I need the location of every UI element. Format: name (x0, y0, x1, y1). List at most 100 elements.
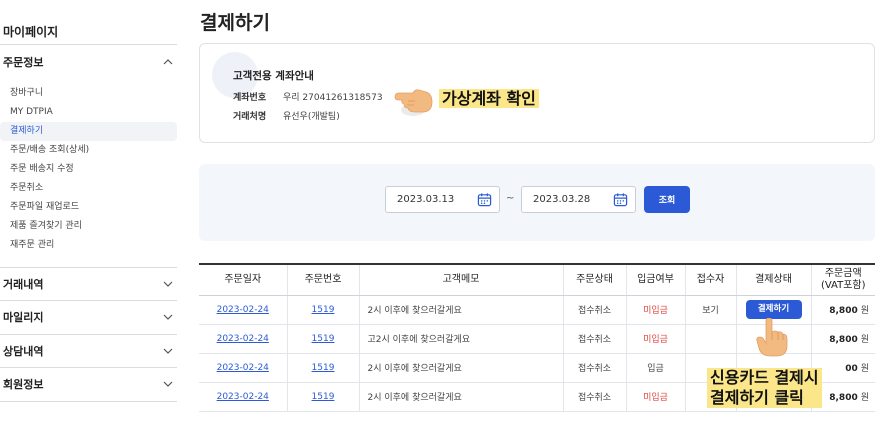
section-label: 주문정보 (3, 56, 44, 69)
sidebar-section-order-info[interactable]: 주문정보 (0, 52, 177, 72)
status-cell: 접수취소 (562, 382, 626, 412)
chevron-up-icon (163, 59, 173, 65)
deposit-cell: 미입금 (625, 295, 685, 325)
sidebar-item-favorites[interactable]: 제품 즐겨찾기 관리 (0, 217, 177, 236)
sidebar-items: 장바구니 MY DTPIA 결제하기 주문/배송 조회(상세) 주문 배송지 수… (0, 84, 177, 255)
col-header-order-number: 주문번호 (286, 263, 359, 296)
order-date-link[interactable]: 2023-02-24 (217, 392, 269, 402)
order-date-cell: 2023-02-24 (199, 295, 287, 325)
divider (0, 367, 177, 368)
sidebar-item-reorder[interactable]: 재주문 관리 (0, 236, 177, 255)
chevron-down-icon (163, 348, 173, 354)
section-label: 마일리지 (3, 311, 44, 324)
deposit-cell: 미입금 (625, 324, 685, 354)
start-date-value: 2023.03.13 (397, 194, 455, 205)
order-date-link[interactable]: 2023-02-24 (217, 305, 269, 315)
sidebar-section-member-info[interactable]: 회원정보 (0, 374, 177, 394)
account-title: 고객전용 계좌안내 (233, 70, 314, 82)
currency-unit: 원 (860, 393, 869, 403)
amount-value: 8,800 (829, 335, 858, 345)
col-header-amount: 주문금액 (VAT포함) (810, 263, 875, 296)
divider (0, 300, 177, 301)
memo-cell: 2시 이후에 찾으러갈게요 (358, 295, 563, 325)
chevron-down-icon (163, 314, 173, 320)
col-header-payment-status: 결제상태 (735, 263, 811, 296)
chevron-down-icon (163, 281, 173, 287)
divider (0, 267, 177, 268)
currency-unit: 원 (860, 306, 869, 316)
sidebar-item-my-dtpia[interactable]: MY DTPIA (0, 103, 177, 122)
account-key: 거래처명 (233, 112, 267, 122)
divider (0, 334, 177, 335)
amount-cell: 8,800 원 (810, 295, 875, 325)
sidebar-item-cancel-order[interactable]: 주문취소 (0, 179, 177, 198)
date-search-panel: 2023.03.13 ~ 2023.03.28 조회 (199, 164, 875, 241)
currency-unit: 원 (860, 364, 869, 374)
memo-cell: 2시 이후에 찾으러갈게요 (358, 353, 563, 383)
account-row: 거래처명 유선우(개발팀) (233, 109, 340, 122)
order-number-cell: 1519 (286, 353, 359, 383)
section-label: 회원정보 (3, 378, 44, 391)
start-date-input[interactable]: 2023.03.13 (385, 186, 500, 213)
sidebar-item-payment[interactable]: 결제하기 (0, 122, 177, 141)
sidebar-section-consultation[interactable]: 상담내역 (0, 341, 177, 361)
calendar-icon[interactable] (613, 192, 628, 207)
col-header-deposit: 입금여부 (625, 263, 685, 296)
divider (0, 401, 177, 402)
amount-value: 00 (845, 364, 858, 374)
order-date-cell: 2023-02-24 (199, 353, 287, 383)
sidebar-item-reupload[interactable]: 주문파일 재업로드 (0, 198, 177, 217)
account-key: 계좌번호 (233, 93, 267, 103)
pointing-hand-icon (394, 89, 433, 116)
callout-virtual-account: 가상계좌 확인 (439, 89, 539, 109)
sidebar-item-edit-address[interactable]: 주문 배송지 수정 (0, 160, 177, 179)
page-title: 결제하기 (200, 12, 270, 34)
receiver-cell[interactable] (684, 324, 736, 354)
order-date-link[interactable]: 2023-02-24 (217, 363, 269, 373)
sidebar-section-mileage[interactable]: 마일리지 (0, 307, 177, 327)
amount-value: 8,800 (829, 306, 858, 316)
end-date-value: 2023.03.28 (533, 194, 591, 205)
status-cell: 접수취소 (562, 324, 626, 354)
amount-value: 8,800 (829, 393, 858, 403)
status-cell: 접수취소 (562, 353, 626, 383)
search-button[interactable]: 조회 (644, 186, 690, 213)
order-number-link[interactable]: 1519 (312, 305, 335, 315)
callout-card-payment: 신용카드 결제시 결제하기 클릭 (707, 368, 822, 408)
currency-unit: 원 (860, 335, 869, 345)
order-date-link[interactable]: 2023-02-24 (217, 334, 269, 344)
end-date-input[interactable]: 2023.03.28 (521, 186, 636, 213)
memo-cell: 고2시 이후에 찾으러갈게요 (358, 324, 563, 354)
sidebar-item-cart[interactable]: 장바구니 (0, 84, 177, 103)
order-date-cell: 2023-02-24 (199, 382, 287, 412)
divider (0, 44, 177, 45)
order-number-cell: 1519 (286, 382, 359, 412)
callout-line: 신용카드 결제시 (710, 368, 819, 387)
deposit-cell: 미입금 (625, 382, 685, 412)
pointing-hand-icon (756, 318, 788, 357)
deposit-cell: 입금 (625, 353, 685, 383)
order-number-link[interactable]: 1519 (312, 363, 335, 373)
order-number-link[interactable]: 1519 (312, 392, 335, 402)
sidebar-item-order-tracking[interactable]: 주문/배송 조회(상세) (0, 141, 177, 160)
order-date-cell: 2023-02-24 (199, 324, 287, 354)
table-header-row: 주문일자 주문번호 고객메모 주문상태 입금여부 접수자 결제상태 주문금액 (… (199, 263, 875, 296)
account-holder: 유선우(개발팀) (283, 112, 340, 122)
memo-cell: 2시 이후에 찾으러갈게요 (358, 382, 563, 412)
account-row: 계좌번호 우리 27041261318573 (233, 90, 383, 103)
callout-line: 결제하기 클릭 (710, 388, 804, 407)
section-label: 거래내역 (3, 278, 44, 291)
sidebar: 마이페이지 주문정보 장바구니 MY DTPIA 결제하기 주문/배송 조회(상… (0, 0, 178, 427)
order-number-link[interactable]: 1519 (312, 334, 335, 344)
sidebar-title: 마이페이지 (3, 25, 59, 39)
col-header-order-status: 주문상태 (562, 263, 626, 296)
col-header-order-date: 주문일자 (199, 263, 287, 296)
pay-button[interactable]: 결제하기 (745, 300, 802, 319)
sidebar-section-transactions[interactable]: 거래내역 (0, 274, 177, 294)
calendar-icon[interactable] (477, 192, 492, 207)
date-range-separator: ~ (506, 193, 515, 204)
order-number-cell: 1519 (286, 324, 359, 354)
col-header-receiver: 접수자 (684, 263, 736, 296)
col-header-memo: 고객메모 (358, 263, 563, 296)
receiver-cell[interactable]: 보기 (684, 295, 736, 325)
